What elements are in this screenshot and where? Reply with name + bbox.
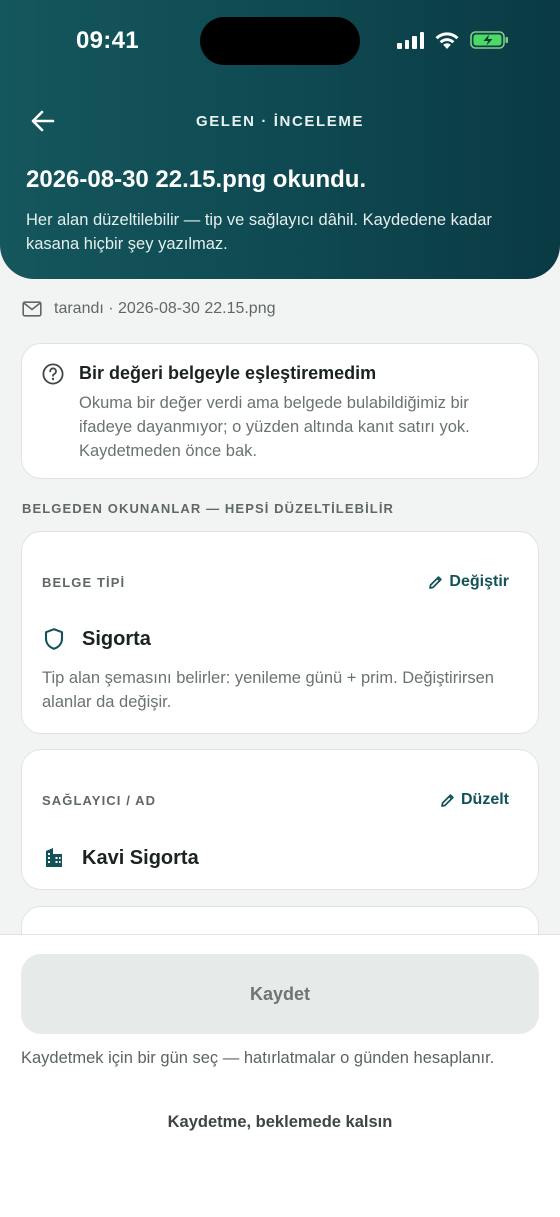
edit-provider-label: Düzelt xyxy=(461,791,509,808)
document-type-description: Tip alan şemasını belirler: yenileme gün… xyxy=(42,669,494,711)
nav-title: GELEN · İNCELEME xyxy=(195,113,365,130)
document-type-value-row: Sigorta xyxy=(42,627,151,651)
scan-info-text: tarandı · 2026-08-30 22.15.png xyxy=(54,300,276,317)
provider-card: SAĞLAYICI / AD Düzelt Kavi Sigorta xyxy=(21,749,539,890)
pencil-icon xyxy=(429,575,443,589)
question-circle-icon xyxy=(42,363,64,385)
cellular-signal-icon xyxy=(397,31,424,49)
save-hint: Kaydetmek için bir gün seç — hatırlatmal… xyxy=(21,1049,495,1067)
warning-body: Okuma bir değer verdi ama belgede bulabi… xyxy=(79,394,470,460)
status-icons xyxy=(397,30,510,50)
provider-value-row: Kavi Sigorta xyxy=(42,846,199,870)
warning-title: Bir değeri belgeyle eşleştiremedim xyxy=(79,363,377,383)
provider-label: SAĞLAYICI / AD xyxy=(42,793,157,808)
provider-value: Kavi Sigorta xyxy=(82,846,199,869)
save-button[interactable]: Kaydet xyxy=(21,954,539,1034)
change-type-button[interactable]: Değiştir xyxy=(428,573,509,591)
shield-icon xyxy=(44,628,64,650)
unmatched-value-warning: Bir değeri belgeyle eşleştiremedim Okuma… xyxy=(21,343,539,479)
document-type-value: Sigorta xyxy=(82,627,151,650)
page-title: 2026-08-30 22.15.png okundu. xyxy=(26,166,367,193)
keep-pending-button[interactable]: Kaydetme, beklemede kalsın xyxy=(0,1113,560,1132)
pencil-icon xyxy=(441,793,454,807)
bottom-action-panel: Kaydet Kaydetmek için bir gün seç — hatı… xyxy=(0,934,560,1217)
edit-provider-button[interactable]: Düzelt xyxy=(440,791,509,809)
scan-info: tarandı · 2026-08-30 22.15.png xyxy=(22,300,276,318)
battery-charging-icon xyxy=(470,31,508,49)
document-type-label: BELGE TİPİ xyxy=(42,575,126,590)
document-type-card: BELGE TİPİ Değiştir Sigorta Tip alan şem… xyxy=(21,531,539,734)
building-icon xyxy=(46,848,62,867)
section-label: BELGEDEN OKUNANLAR — HEPSİ DÜZELTİLEBİLİ… xyxy=(22,501,395,516)
page-subtitle: Her alan düzeltilebilir — tip ve sağlayı… xyxy=(26,211,492,253)
dynamic-island xyxy=(200,17,360,65)
mail-icon xyxy=(22,301,42,317)
status-time: 09:41 xyxy=(76,27,139,54)
change-type-label: Değiştir xyxy=(449,573,509,590)
wifi-icon xyxy=(435,31,459,49)
review-header: 09:41 GELEN · İNCELEME 2026-08-30 22.15.… xyxy=(0,0,560,279)
